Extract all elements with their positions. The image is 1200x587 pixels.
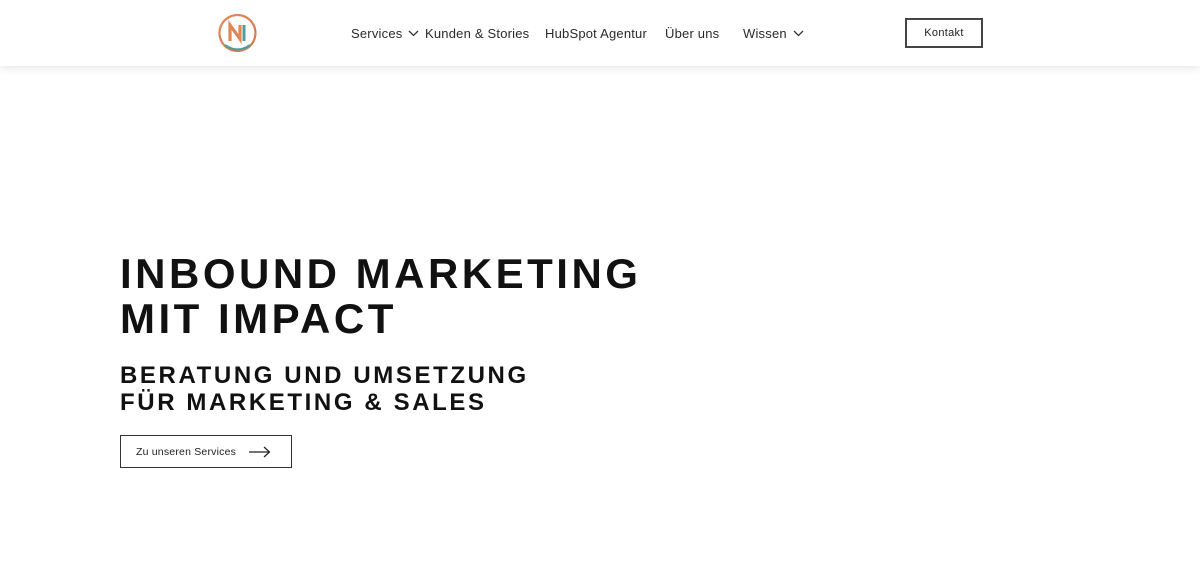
services-cta-button[interactable]: Zu unseren Services <box>120 435 292 468</box>
nav-item-hubspot-agentur[interactable]: HubSpot Agentur <box>545 24 647 42</box>
hero-subtitle: BERATUNG UND UMSETZUNG FÜR MARKETING & S… <box>120 362 529 416</box>
hero-subtitle-line-1: BERATUNG UND UMSETZUNG <box>120 362 529 389</box>
nav-item-wissen[interactable]: Wissen <box>743 24 804 42</box>
nav-item-services[interactable]: Services <box>351 24 419 42</box>
contact-button[interactable]: Kontakt <box>905 18 983 48</box>
hero-title-line-1: INBOUND MARKETING <box>120 250 642 297</box>
nav-item-ueber-uns[interactable]: Über uns <box>665 24 719 42</box>
main-nav: Services Kunden & Stories HubSpot Agentu… <box>0 0 1200 66</box>
chevron-down-icon <box>408 30 419 36</box>
chevron-down-icon <box>793 30 804 36</box>
nav-item-label: Wissen <box>743 25 787 41</box>
cta-label: Zu unseren Services <box>136 445 237 458</box>
hero-title: INBOUND MARKETING MIT IMPACT <box>120 251 641 341</box>
nav-item-label: Kunden & Stories <box>425 25 530 41</box>
nav-item-label: Services <box>351 25 403 41</box>
hero-subtitle-line-2: FÜR MARKETING & SALES <box>120 389 487 416</box>
hero-title-line-2: MIT IMPACT <box>120 295 397 342</box>
arrow-right-icon <box>249 446 271 457</box>
site-header: Services Kunden & Stories HubSpot Agentu… <box>0 0 1200 66</box>
nav-item-kunden-stories[interactable]: Kunden & Stories <box>425 24 529 42</box>
nav-item-label: HubSpot Agentur <box>545 25 648 41</box>
nav-item-label: Über uns <box>665 25 720 41</box>
